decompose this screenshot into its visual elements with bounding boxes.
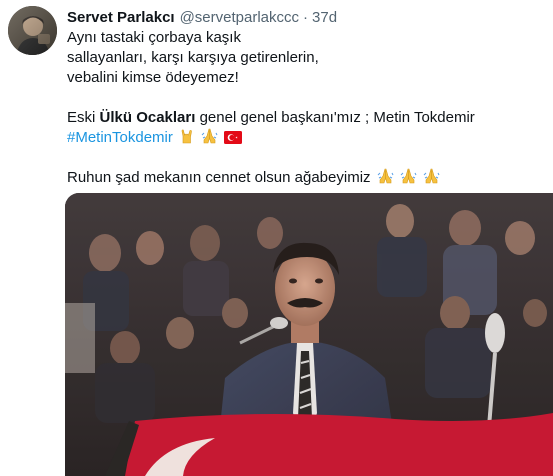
timestamp[interactable]: 37d <box>312 9 337 26</box>
line-4-bold: Ülkü Ocakları <box>99 109 196 126</box>
tweet-line-4: Eski Ülkü Ocakları genel genel başkanı'm… <box>67 108 549 128</box>
author-name[interactable]: Servet Parlakcı <box>67 9 175 26</box>
tweet-media-photo[interactable] <box>65 193 553 476</box>
separator-dot: · <box>303 8 309 26</box>
turkish-flag-icon <box>224 130 243 150</box>
line-4-suffix: genel genel başkanı'mız ; Metin Tokdemir <box>195 109 475 126</box>
line-6-text: Ruhun şad mekanın cennet olsun ağabeyimi… <box>67 169 371 186</box>
tweet-content: Servet Parlakcı @servetparlakccc · 37d A… <box>67 6 549 188</box>
raised-fist-horns-icon <box>179 128 195 150</box>
tweet-line-5: #MetinTokdemir <box>67 128 549 148</box>
tweet-line-3: vebalini kimse ödeyemez! <box>67 69 239 86</box>
tweet-line-1: Aynı tastaki çorbaya kaşık <box>67 29 241 46</box>
tweet[interactable]: Servet Parlakcı @servetparlakccc · 37d A… <box>0 0 553 476</box>
avatar[interactable] <box>8 6 57 55</box>
folded-hands-icon <box>423 168 440 190</box>
tweet-line-2: sallayanları, karşı karşıya getirenlerin… <box>67 49 319 66</box>
folded-hands-icon <box>400 168 417 190</box>
folded-hands-icon <box>377 168 394 190</box>
hashtag-link[interactable]: #MetinTokdemir <box>67 129 173 146</box>
speaker-photo <box>65 193 553 476</box>
tweet-header: Servet Parlakcı @servetparlakccc · 37d <box>67 6 549 28</box>
author-handle[interactable]: @servetparlakccc <box>180 9 299 26</box>
folded-hands-icon <box>201 128 218 150</box>
tweet-line-6: Ruhun şad mekanın cennet olsun ağabeyimi… <box>67 168 549 188</box>
line-4-prefix: Eski <box>67 109 100 126</box>
avatar-shade <box>8 6 57 55</box>
paragraph-gap-2 <box>67 148 549 168</box>
tweet-text: Aynı tastaki çorbaya kaşık sallayanları,… <box>67 28 549 188</box>
